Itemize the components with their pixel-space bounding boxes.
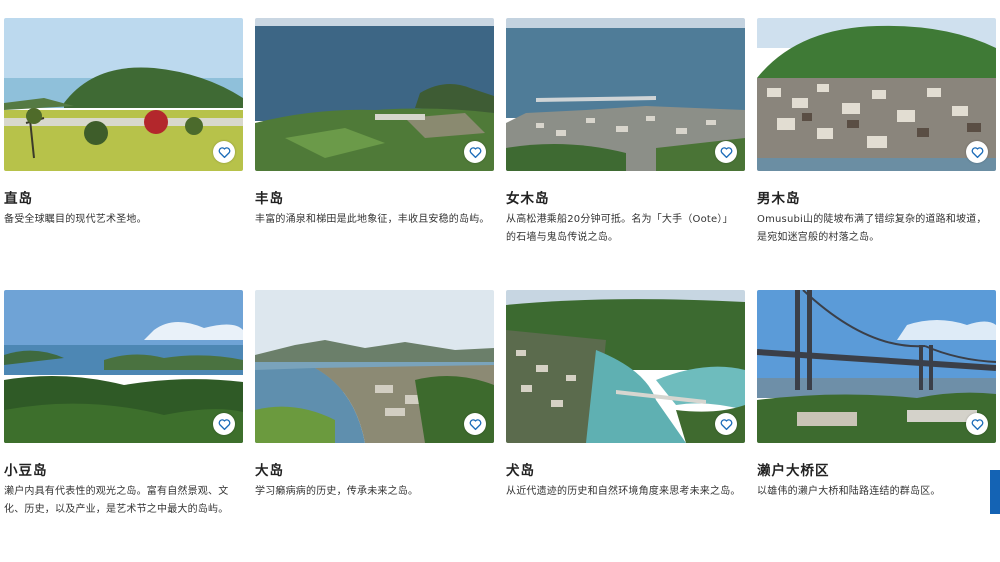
island-name: 濑户大桥区: [757, 463, 830, 479]
island-description: 从近代遗迹的历史和自然环境角度来思考未来之岛。: [506, 486, 741, 497]
island-name: 直岛: [4, 191, 33, 207]
island-description: 丰富的涌泉和梯田是此地象征，丰收且安稳的岛屿。: [255, 214, 490, 225]
island-description: 从高松港乘船20分钟可抵。名为「大手（Oote）」的石墙与鬼岛传说之岛。: [506, 214, 733, 243]
island-photo-ogijima[interactable]: [757, 18, 996, 171]
island-name: 女木岛: [506, 191, 550, 207]
island-card-teshima[interactable]: 丰岛 丰富的涌泉和梯田是此地象征，丰收且安稳的岛屿。: [255, 18, 494, 290]
favorite-button[interactable]: [213, 141, 235, 163]
island-description: 学习癞病病的历史，传承未来之岛。: [255, 486, 419, 497]
island-card-ogijima[interactable]: 男木岛 Omusubi山的陡坡布满了错综复杂的道路和坡道，是宛如迷宫般的村落之岛…: [757, 18, 996, 290]
island-description: 备受全球瞩目的现代艺术圣地。: [4, 214, 147, 225]
island-card-oshima[interactable]: 大岛 学习癞病病的历史，传承未来之岛。: [255, 290, 494, 562]
side-floating-tab[interactable]: [990, 470, 1000, 514]
favorite-button[interactable]: [464, 141, 486, 163]
island-photo-inujima[interactable]: [506, 290, 745, 443]
favorite-button[interactable]: [715, 141, 737, 163]
island-photo-seto-ohashi[interactable]: [757, 290, 996, 443]
heart-icon: [218, 146, 230, 158]
island-name: 男木岛: [757, 191, 801, 207]
island-photo-teshima[interactable]: [255, 18, 494, 171]
heart-icon: [971, 418, 983, 430]
heart-icon: [218, 418, 230, 430]
island-card-seto-ohashi[interactable]: 濑户大桥区 以雄伟的濑户大桥和陆路连结的群岛区。: [757, 290, 996, 562]
favorite-button[interactable]: [213, 413, 235, 435]
island-photo-oshima[interactable]: [255, 290, 494, 443]
island-card-inujima[interactable]: 犬岛 从近代遗迹的历史和自然环境角度来思考未来之岛。: [506, 290, 745, 562]
favorite-button[interactable]: [966, 413, 988, 435]
island-grid: 直岛 备受全球瞩目的现代艺术圣地。 丰岛 丰富的涌泉和梯田是此地象征，丰收且安稳…: [4, 18, 996, 562]
favorite-button[interactable]: [464, 413, 486, 435]
island-photo-naoshima[interactable]: [4, 18, 243, 171]
island-description: Omusubi山的陡坡布满了错综复杂的道路和坡道，是宛如迷宫般的村落之岛。: [757, 214, 987, 243]
island-photo-shodoshima[interactable]: [4, 290, 243, 443]
heart-icon: [469, 418, 481, 430]
island-card-shodoshima[interactable]: 小豆岛 濑户内具有代表性的观光之岛。富有自然景观、文化、历史，以及产业，是艺术节…: [4, 290, 243, 562]
island-description: 以雄伟的濑户大桥和陆路连结的群岛区。: [757, 486, 941, 497]
island-photo-megijima[interactable]: [506, 18, 745, 171]
island-name: 犬岛: [506, 463, 535, 479]
heart-icon: [971, 146, 983, 158]
heart-icon: [720, 146, 732, 158]
heart-icon: [720, 418, 732, 430]
heart-icon: [469, 146, 481, 158]
island-card-megijima[interactable]: 女木岛 从高松港乘船20分钟可抵。名为「大手（Oote）」的石墙与鬼岛传说之岛。: [506, 18, 745, 290]
island-card-naoshima[interactable]: 直岛 备受全球瞩目的现代艺术圣地。: [4, 18, 243, 290]
island-name: 小豆岛: [4, 463, 48, 479]
favorite-button[interactable]: [966, 141, 988, 163]
island-name: 丰岛: [255, 191, 284, 207]
favorite-button[interactable]: [715, 413, 737, 435]
island-name: 大岛: [255, 463, 284, 479]
